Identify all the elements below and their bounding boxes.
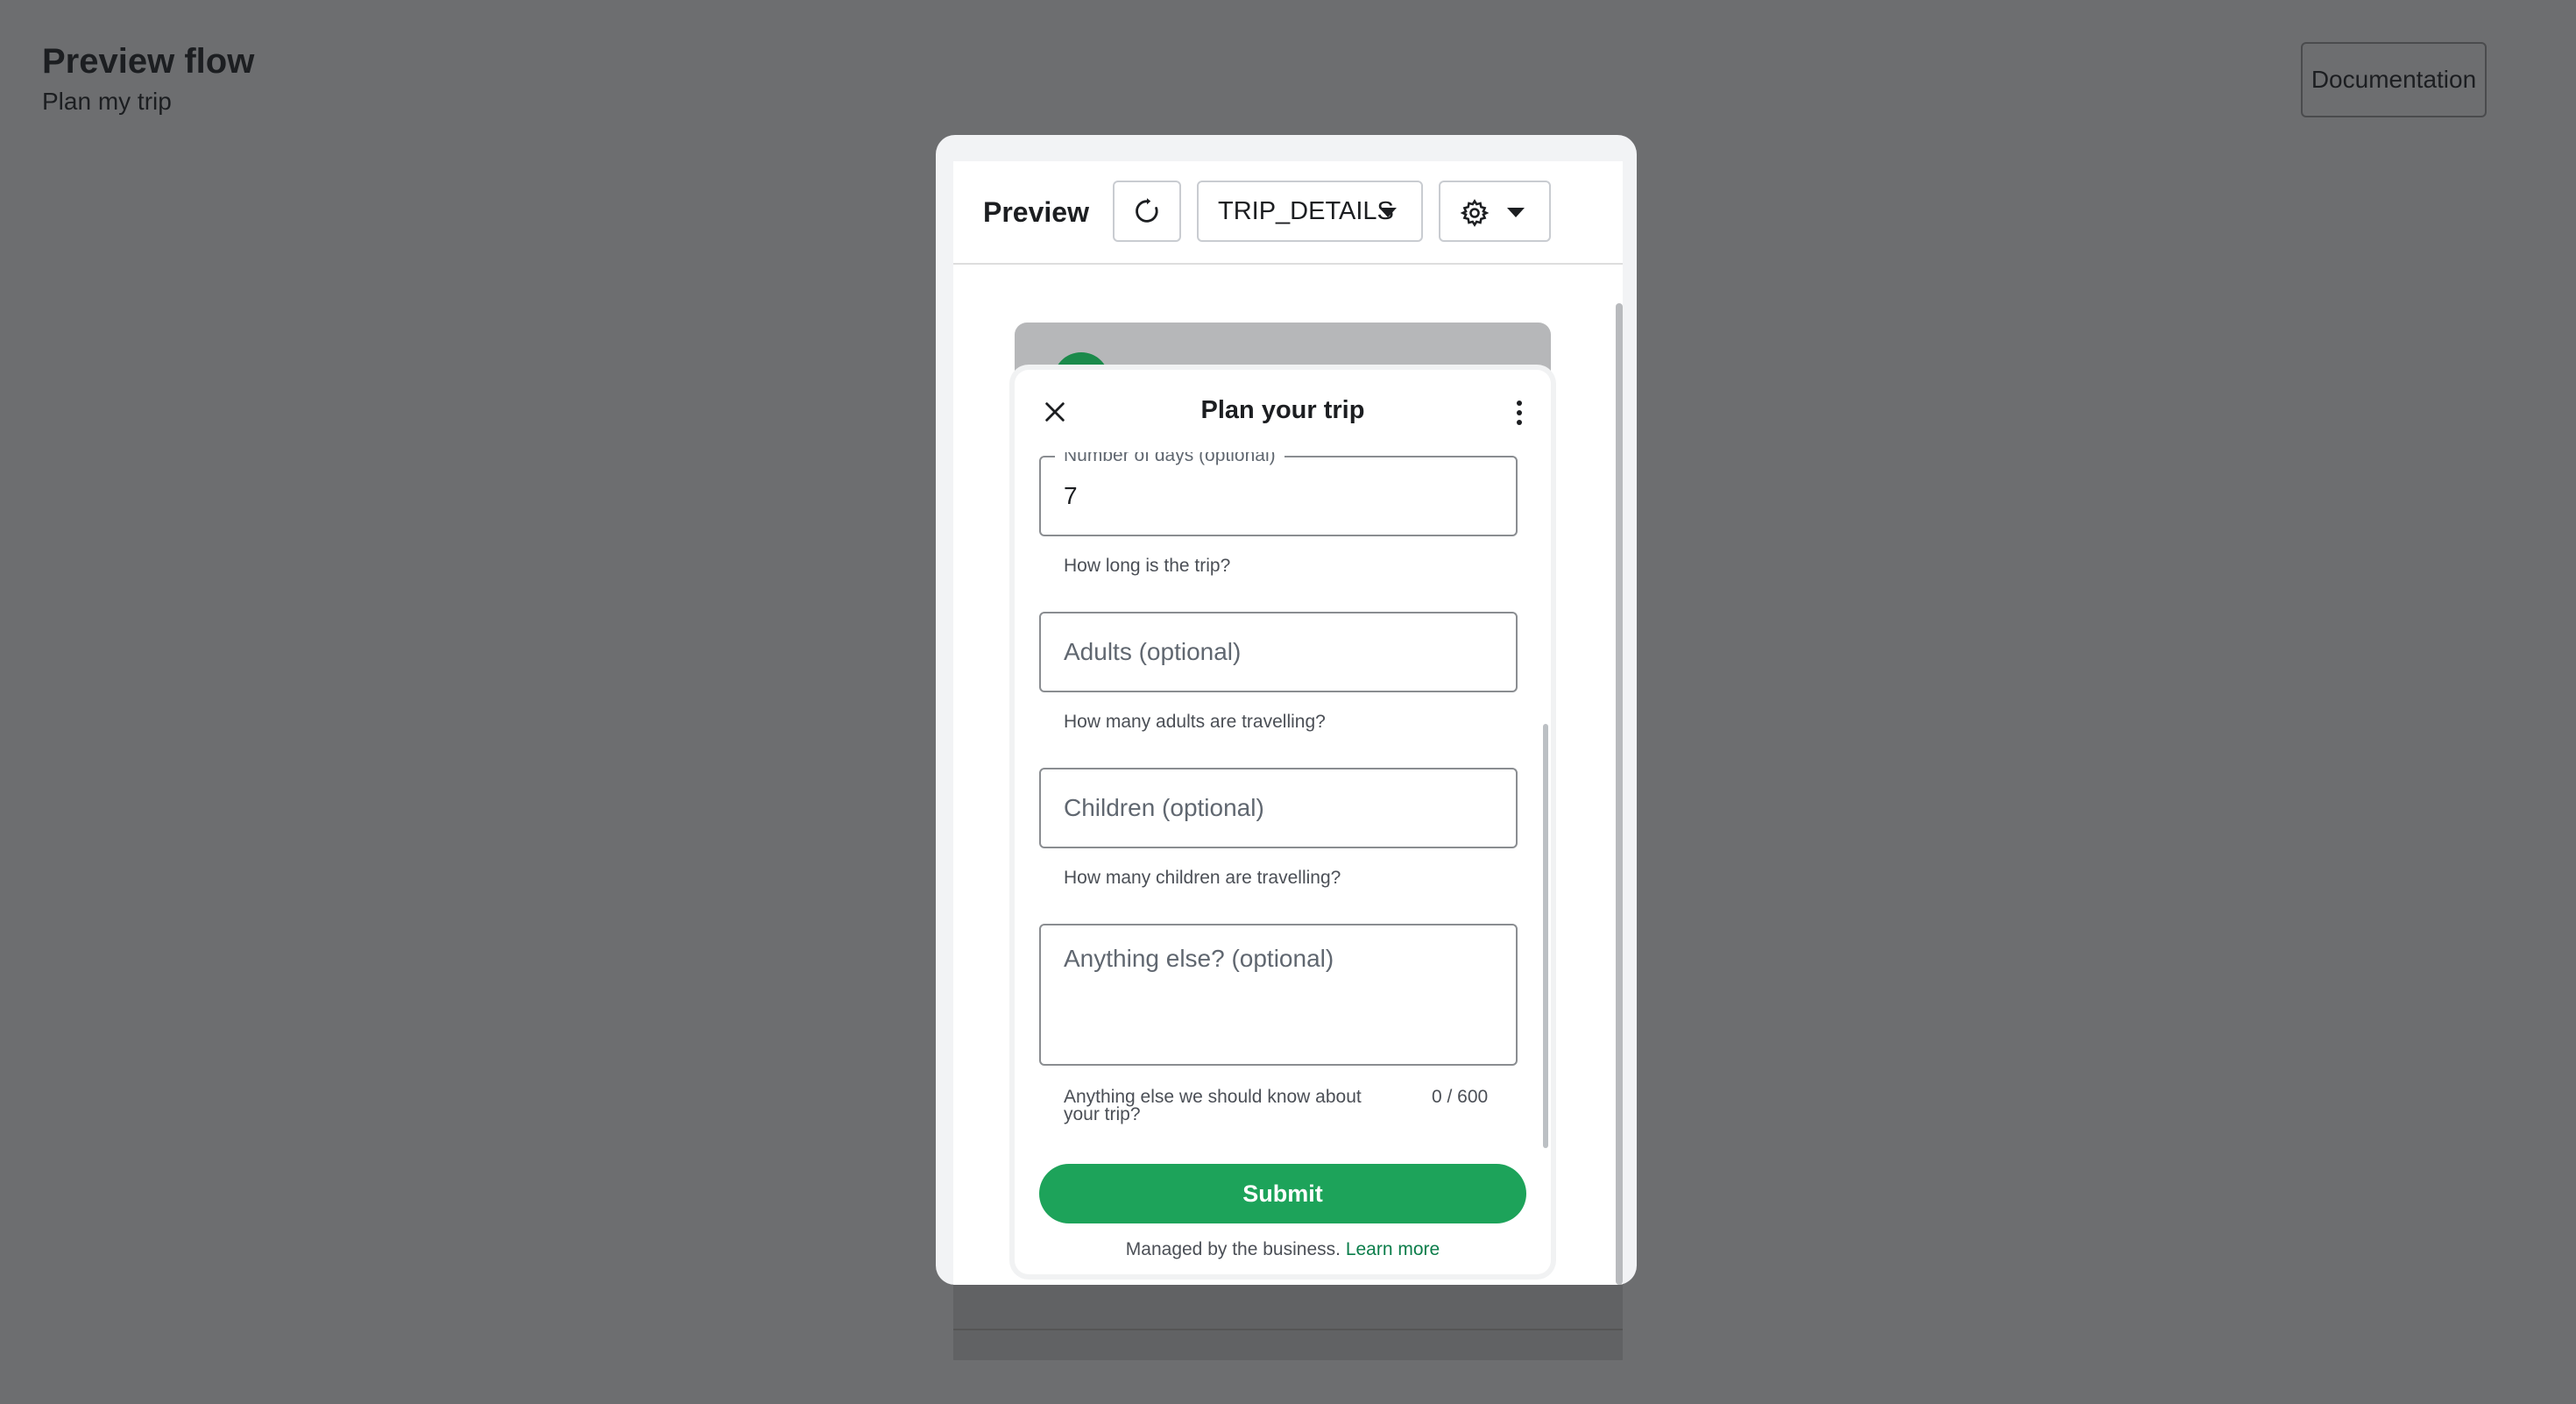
sheet-title: Plan your trip	[1200, 396, 1365, 424]
background-divider	[953, 1329, 1623, 1330]
managed-text: Managed by the business.	[1125, 1239, 1341, 1259]
screen-select-value: TRIP_DETAILS	[1218, 196, 1394, 225]
more-vertical-icon[interactable]	[1514, 400, 1525, 426]
anything-else-helper-line2: your trip?	[1064, 1104, 1141, 1124]
managed-footer: Managed by the business. Learn more	[1015, 1239, 1551, 1260]
adults-field[interactable]: Adults (optional)	[1039, 612, 1518, 692]
anything-else-counter: 0 / 600	[1432, 1087, 1489, 1107]
gear-icon	[1460, 199, 1490, 227]
children-placeholder: Children (optional)	[1064, 794, 1264, 821]
page-subtitle: Plan my trip	[42, 88, 172, 115]
submit-button[interactable]: Submit	[1039, 1164, 1526, 1223]
refresh-icon	[1136, 198, 1158, 223]
chevron-down-icon	[1379, 208, 1397, 217]
preview-scrollbar[interactable]	[1616, 303, 1623, 1285]
screen-select[interactable]: TRIP_DETAILS	[1197, 181, 1423, 242]
preview-label: Preview	[983, 195, 1089, 228]
form-area: Number of days (optional) 7 How long is …	[1015, 452, 1551, 1145]
anything-else-placeholder: Anything else? (optional)	[1064, 945, 1334, 972]
refresh-button[interactable]	[1113, 181, 1181, 242]
sheet-scrollbar[interactable]	[1543, 724, 1548, 1148]
preview-toolbar: Preview TRIP_DETAILS	[953, 161, 1623, 265]
children-helper: How many children are travelling?	[1064, 868, 1341, 888]
learn-more-link[interactable]: Learn more	[1346, 1239, 1440, 1259]
flow-sheet: Plan your trip Number of days (optional)…	[1015, 370, 1551, 1274]
chevron-down-icon	[1507, 208, 1525, 217]
adults-helper: How many adults are travelling?	[1064, 712, 1326, 732]
days-field[interactable]: Number of days (optional) 7	[1039, 452, 1518, 536]
days-field-value: 7	[1064, 482, 1078, 509]
background-strip	[953, 1285, 1623, 1360]
sheet-header: Plan your trip	[1015, 370, 1551, 452]
days-field-label: Number of days (optional)	[1055, 452, 1284, 466]
days-helper: How long is the trip?	[1064, 556, 1231, 576]
children-field[interactable]: Children (optional)	[1039, 768, 1518, 848]
settings-button[interactable]	[1439, 181, 1551, 242]
page-title: Preview flow	[42, 42, 255, 81]
anything-else-textarea[interactable]: Anything else? (optional)	[1039, 924, 1518, 1066]
documentation-button[interactable]: Documentation	[2301, 42, 2487, 117]
adults-placeholder: Adults (optional)	[1064, 638, 1242, 665]
